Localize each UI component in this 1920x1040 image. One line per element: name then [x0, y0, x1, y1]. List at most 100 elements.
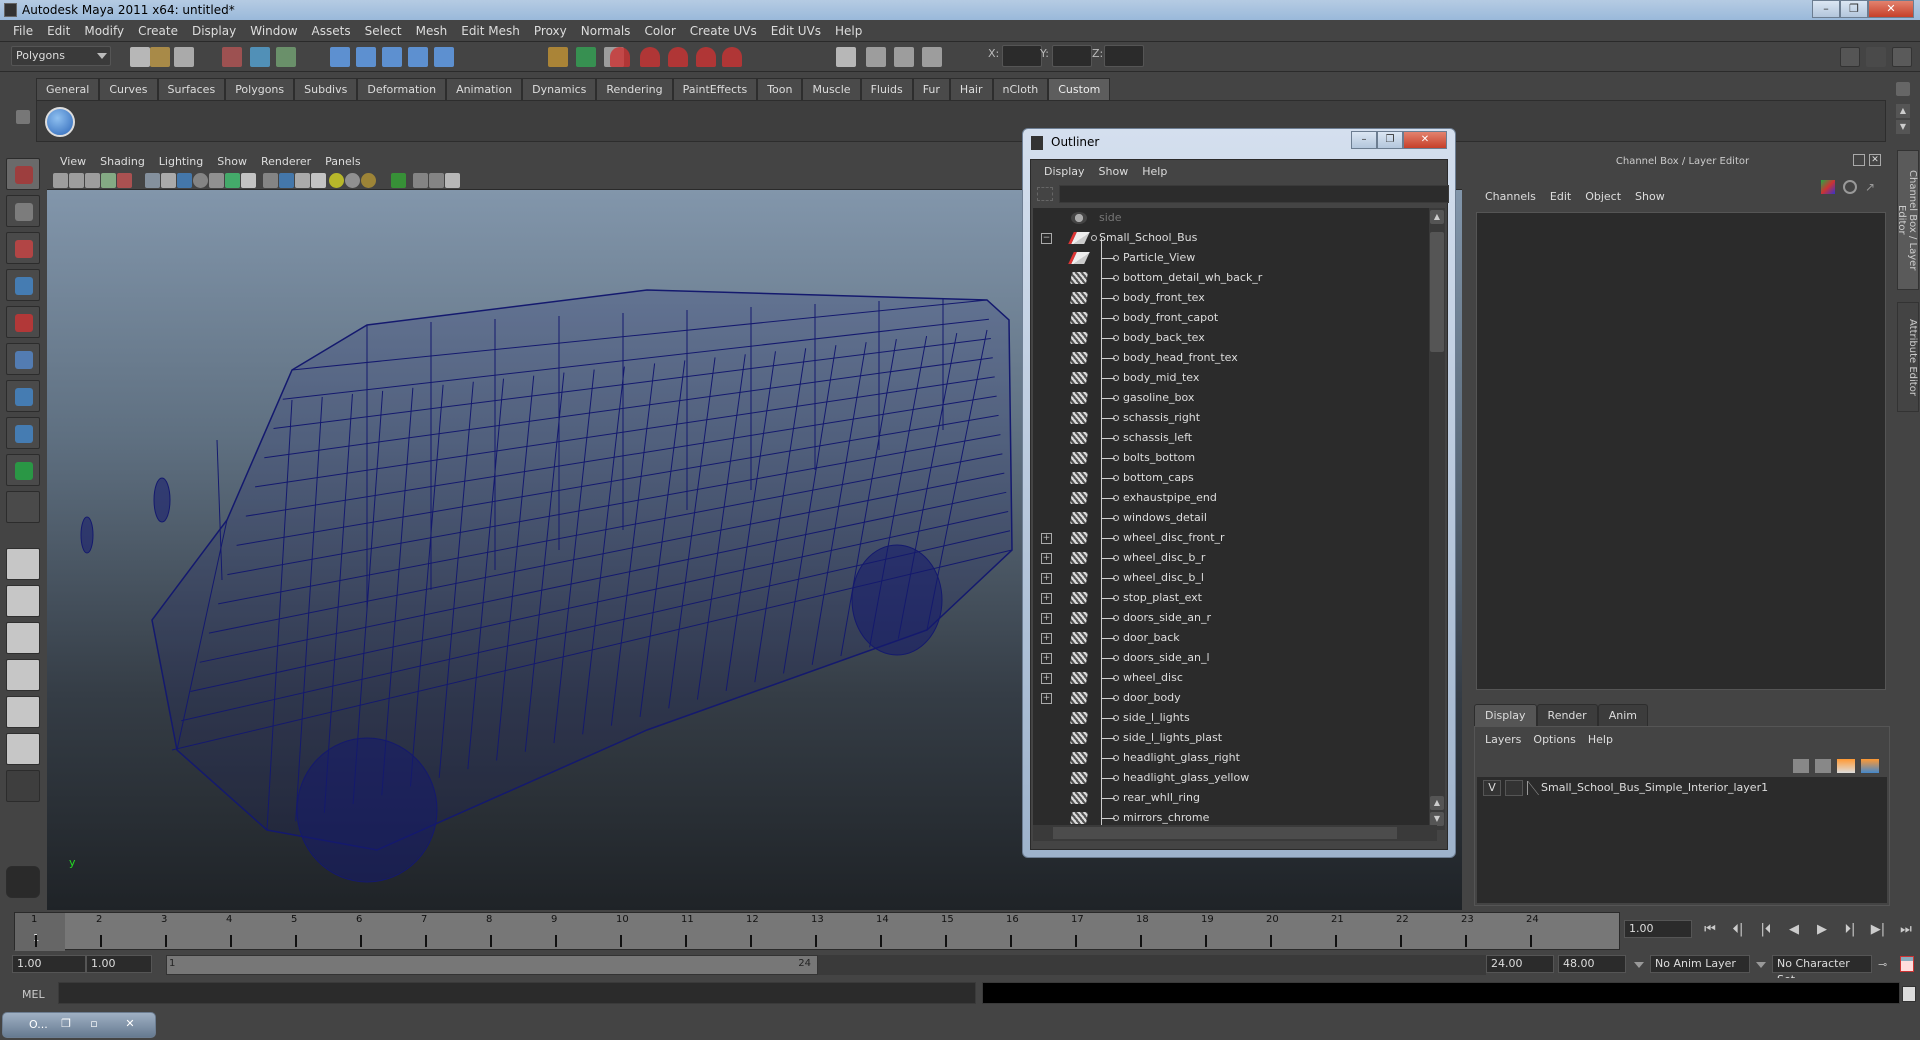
smooth-shade-icon[interactable]	[177, 173, 192, 188]
float-panel-icon[interactable]	[1853, 154, 1865, 166]
viewport-menu-panels[interactable]: Panels	[318, 155, 367, 168]
go-to-end-button[interactable]: ⏭	[1896, 920, 1916, 940]
menu-help[interactable]: Help	[828, 24, 869, 38]
camera-select-icon[interactable]	[53, 173, 68, 188]
tab-layer-anim[interactable]: Anim	[1597, 704, 1648, 726]
rotate-tool[interactable]	[6, 306, 40, 338]
isolate-select-icon[interactable]	[391, 173, 406, 188]
close-button[interactable]: ✕	[1868, 0, 1914, 18]
animation-end-field[interactable]: 48.00	[1558, 955, 1626, 973]
move-tool[interactable]	[6, 269, 40, 301]
y-field[interactable]	[1052, 45, 1092, 67]
menu-assets[interactable]: Assets	[305, 24, 358, 38]
range-slider[interactable]: 1 24	[166, 955, 818, 975]
select-object-icon[interactable]	[250, 47, 270, 67]
play-backward-button[interactable]: ◀	[1784, 920, 1804, 940]
tab-fluids[interactable]: Fluids	[860, 78, 913, 100]
persp-graph-layout-button[interactable]	[6, 659, 40, 691]
layer-row[interactable]: V Small_School_Bus_Simple_Interior_layer…	[1483, 779, 1883, 797]
scroll-up-arrow-icon[interactable]: ▲	[1430, 210, 1444, 224]
viewport-menu-view[interactable]: View	[53, 155, 93, 168]
script-editor-icon[interactable]	[1902, 986, 1916, 1002]
restore-button[interactable]: ❐	[53, 1014, 79, 1034]
speed-icon[interactable]	[1843, 180, 1857, 194]
expand-icon[interactable]: +	[1041, 653, 1052, 664]
tab-painteffects[interactable]: PaintEffects	[672, 78, 758, 100]
layer-menu-layers[interactable]: Layers	[1479, 733, 1527, 746]
share-icon[interactable]	[445, 173, 460, 188]
outliner-item[interactable]: Particle_View	[1033, 248, 1437, 268]
move-layer-down-icon[interactable]	[1815, 759, 1831, 773]
auto-key-icon[interactable]: ⊸	[1878, 958, 1894, 971]
bookmark-icon[interactable]	[85, 173, 100, 188]
viewport-menu-show[interactable]: Show	[210, 155, 254, 168]
play-forward-button[interactable]: ▶	[1812, 920, 1832, 940]
xray-icon[interactable]	[209, 173, 224, 188]
animation-start-field[interactable]: 1.00	[12, 955, 86, 973]
outliner-item[interactable]: + doors_side_an_l	[1033, 648, 1437, 668]
layout-more-button[interactable]	[6, 770, 40, 802]
tab-curves[interactable]: Curves	[99, 78, 158, 100]
shelf-scroll-down[interactable]: ▼	[1896, 120, 1910, 134]
tab-custom[interactable]: Custom	[1048, 78, 1111, 100]
lasso-tool[interactable]	[6, 195, 40, 227]
outliner-item[interactable]: + wheel_disc_b_r	[1033, 548, 1437, 568]
expand-icon[interactable]: +	[1041, 673, 1052, 684]
text-icon[interactable]	[241, 173, 256, 188]
maximize-button[interactable]: ▫	[81, 1014, 107, 1034]
persp-graph-hypershade-layout-button[interactable]	[6, 733, 40, 765]
save-scene-icon[interactable]	[174, 47, 194, 67]
shaded-icon[interactable]	[279, 173, 294, 188]
expand-icon[interactable]: +	[1041, 633, 1052, 644]
close-panel-icon[interactable]: ✕	[1869, 154, 1881, 166]
grid-icon[interactable]	[145, 173, 160, 188]
tab-polygons[interactable]: Polygons	[225, 78, 295, 100]
minimize-button[interactable]: –	[1812, 0, 1840, 18]
new-scene-icon[interactable]	[130, 47, 150, 67]
outliner-item[interactable]: body_front_capot	[1033, 308, 1437, 328]
select-component-icon[interactable]	[276, 47, 296, 67]
outliner-item[interactable]: side	[1033, 208, 1437, 228]
menu-mesh[interactable]: Mesh	[409, 24, 455, 38]
expand-icon[interactable]: +	[1041, 613, 1052, 624]
snap-point-icon[interactable]	[382, 47, 402, 67]
outliner-item[interactable]: schassis_left	[1033, 428, 1437, 448]
viewport-menu-shading[interactable]: Shading	[93, 155, 152, 168]
outliner-item[interactable]: bolts_bottom	[1033, 448, 1437, 468]
close-button[interactable]: ✕	[117, 1014, 143, 1034]
render-view-icon[interactable]	[836, 47, 856, 67]
film-gate-icon[interactable]	[161, 173, 176, 188]
step-back-frame-button[interactable]: |⏴	[1756, 920, 1776, 940]
grey-sphere-icon[interactable]	[345, 173, 360, 188]
outliner-menu-help[interactable]: Help	[1135, 165, 1174, 178]
layer-playback-toggle[interactable]	[1505, 780, 1523, 796]
trash-icon[interactable]	[1896, 82, 1910, 96]
outliner-close-button[interactable]: ✕	[1403, 131, 1447, 149]
expand-icon[interactable]: +	[1041, 593, 1052, 604]
scroll-up-arrow-icon[interactable]: ▲	[1430, 796, 1444, 810]
outliner-item[interactable]: body_head_front_tex	[1033, 348, 1437, 368]
snap-magnet-icon-4[interactable]	[696, 47, 716, 67]
collapse-icon[interactable]: −	[1041, 233, 1052, 244]
snap-magnet-icon-1[interactable]	[610, 47, 630, 67]
tab-deformation[interactable]: Deformation	[357, 78, 447, 100]
tab-muscle[interactable]: Muscle	[802, 78, 861, 100]
tab-animation[interactable]: Animation	[446, 78, 523, 100]
snap-curve-icon[interactable]	[356, 47, 376, 67]
tab-ncloth[interactable]: nCloth	[992, 78, 1049, 100]
shelf-menu-icon[interactable]	[16, 110, 30, 124]
expand-icon[interactable]: +	[1041, 573, 1052, 584]
x-field[interactable]	[1002, 45, 1042, 67]
menu-create[interactable]: Create	[131, 24, 185, 38]
channel-menu-edit[interactable]: Edit	[1543, 190, 1578, 203]
filter-icon[interactable]	[1037, 187, 1053, 201]
outliner-filter-input[interactable]	[1059, 185, 1449, 203]
arrow-icon[interactable]: ↗	[1865, 180, 1879, 194]
snap-grid-icon[interactable]	[330, 47, 350, 67]
outliner-item[interactable]: headlight_glass_yellow	[1033, 768, 1437, 788]
tab-dynamics[interactable]: Dynamics	[522, 78, 597, 100]
scale-tool[interactable]	[6, 343, 40, 375]
minimized-outliner-window[interactable]: O... ❐ ▫ ✕	[2, 1012, 156, 1038]
shelf-scroll-up[interactable]: ▲	[1896, 104, 1910, 118]
select-tool[interactable]	[6, 158, 40, 190]
